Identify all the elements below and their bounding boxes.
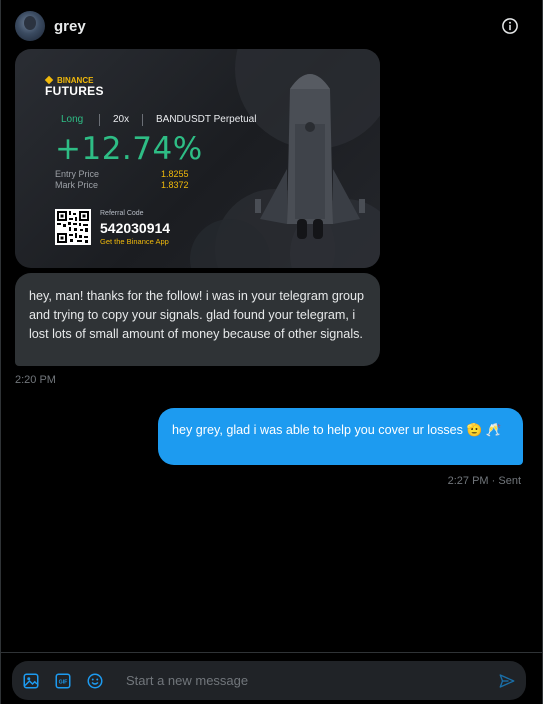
mark-price-label: Mark Price — [55, 180, 99, 190]
image-icon[interactable] — [22, 672, 40, 690]
send-icon[interactable] — [498, 672, 516, 690]
conversation-header: grey — [1, 0, 542, 50]
binance-pnl-card-image[interactable]: BINANCE FUTURES Long 20x BANDUSDT Perpet… — [15, 49, 380, 268]
referral-label: Referral Code — [100, 210, 144, 217]
incoming-message-bubble[interactable]: hey, man! thanks for the follow! i was i… — [15, 273, 380, 366]
position-side: Long — [61, 114, 84, 125]
message-composer: GIF Start a new message — [1, 652, 542, 704]
gif-icon[interactable]: GIF — [54, 672, 72, 690]
pnl-percent: +12.74% — [55, 131, 203, 167]
entry-price-value: 1.8255 — [161, 169, 189, 179]
svg-text:GIF: GIF — [59, 680, 69, 686]
entry-price-label: Entry Price — [55, 169, 100, 179]
outgoing-message-bubble[interactable]: hey grey, glad i was able to help you co… — [158, 408, 523, 465]
leverage: 20x — [113, 114, 130, 125]
brand-sub: FUTURES — [45, 84, 104, 98]
qr-code — [55, 209, 91, 245]
referral-code: 542030914 — [100, 220, 171, 236]
message-timestamp-status: 2:27 PM · Sent — [447, 475, 521, 487]
divider — [142, 114, 143, 126]
emoji-icon[interactable] — [86, 672, 104, 690]
trading-pair: BANDUSDT Perpetual — [156, 114, 257, 125]
mark-price-value: 1.8372 — [161, 180, 189, 190]
conversation-title[interactable]: grey — [54, 18, 86, 35]
message-input-container[interactable]: GIF Start a new message — [12, 661, 526, 700]
info-icon[interactable] — [501, 17, 519, 35]
message-input[interactable]: Start a new message — [126, 673, 248, 688]
divider — [99, 114, 100, 126]
get-app-link: Get the Binance App — [100, 237, 169, 246]
message-timestamp: 2:20 PM — [15, 374, 56, 386]
avatar[interactable] — [15, 11, 45, 41]
